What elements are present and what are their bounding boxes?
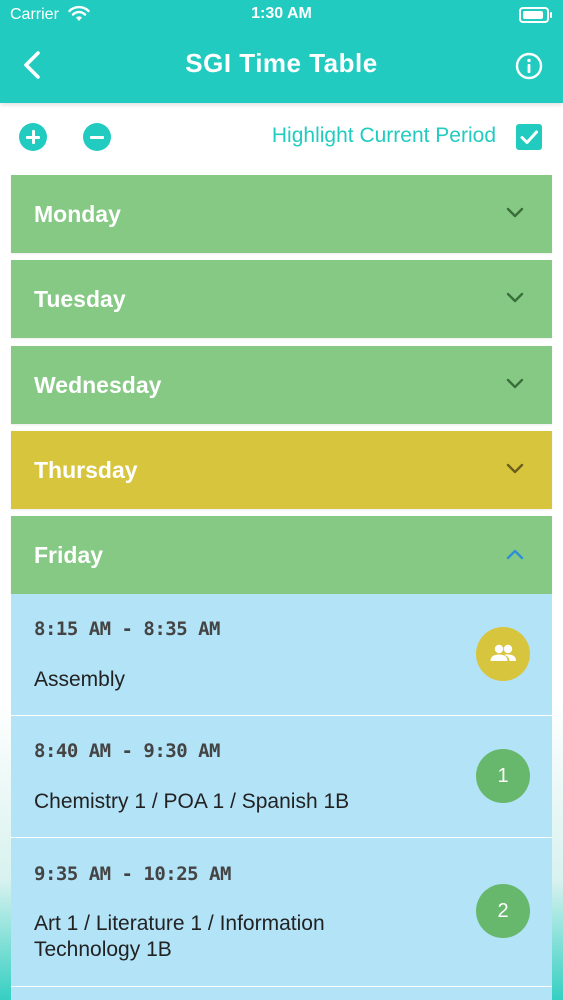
period-subject: Art 1 / Literature 1 / Information Techn… [34, 912, 325, 961]
period-number-badge: 1 [476, 749, 530, 803]
period-time: 8:40 AM - 9:30 AM [34, 740, 220, 762]
day-header-thursday[interactable]: Thursday [11, 431, 552, 509]
period-row[interactable]: 9:35 AM - 10:25 AM Art 1 / Literature 1 … [11, 838, 552, 987]
chevron-down-icon [506, 378, 524, 389]
friday-period-list: 8:15 AM - 8:35 AM Assembly 8:40 AM - 9:3… [11, 594, 552, 1000]
period-number-badge: 2 [476, 884, 530, 938]
minus-circle-icon[interactable] [83, 123, 111, 151]
battery-icon [519, 7, 552, 23]
chevron-up-icon [506, 549, 524, 560]
day-header-tuesday[interactable]: Tuesday [11, 260, 552, 338]
toolbar: Highlight Current Period [0, 108, 563, 166]
chevron-down-icon [506, 292, 524, 303]
status-time: 1:30 AM [251, 5, 312, 22]
chevron-down-icon [506, 207, 524, 218]
day-header-monday[interactable]: Monday [11, 175, 552, 253]
navigation-bar: Carrier 1:30 AM SGI Time Table [0, 0, 563, 103]
checkmark-icon [520, 130, 538, 144]
chevron-down-icon [506, 463, 524, 474]
day-header-wednesday[interactable]: Wednesday [11, 346, 552, 424]
period-row[interactable]: 8:40 AM - 9:30 AM Chemistry 1 / POA 1 / … [11, 716, 552, 838]
day-label: Tuesday [34, 286, 126, 312]
highlight-current-period-checkbox[interactable] [516, 124, 542, 150]
plus-circle-icon[interactable] [19, 123, 47, 151]
page-title: SGI Time Table [185, 48, 378, 78]
period-time: 9:35 AM - 10:25 AM [34, 863, 231, 885]
day-label: Friday [34, 542, 104, 568]
day-label: Thursday [34, 457, 138, 483]
period-time: 8:15 AM - 8:35 AM [34, 618, 220, 640]
highlight-current-period-label: Highlight Current Period [271, 124, 496, 147]
status-bar: Carrier 1:30 AM [0, 0, 563, 30]
day-label: Monday [34, 201, 121, 227]
day-header-friday[interactable]: Friday [11, 516, 552, 594]
period-subject: Assembly [34, 668, 126, 691]
period-subject: Chemistry 1 / POA 1 / Spanish 1B [34, 790, 350, 813]
info-icon[interactable] [515, 52, 543, 80]
day-label: Wednesday [34, 372, 162, 398]
period-row[interactable]: 8:15 AM - 8:35 AM Assembly [11, 594, 552, 716]
group-icon [476, 627, 530, 681]
